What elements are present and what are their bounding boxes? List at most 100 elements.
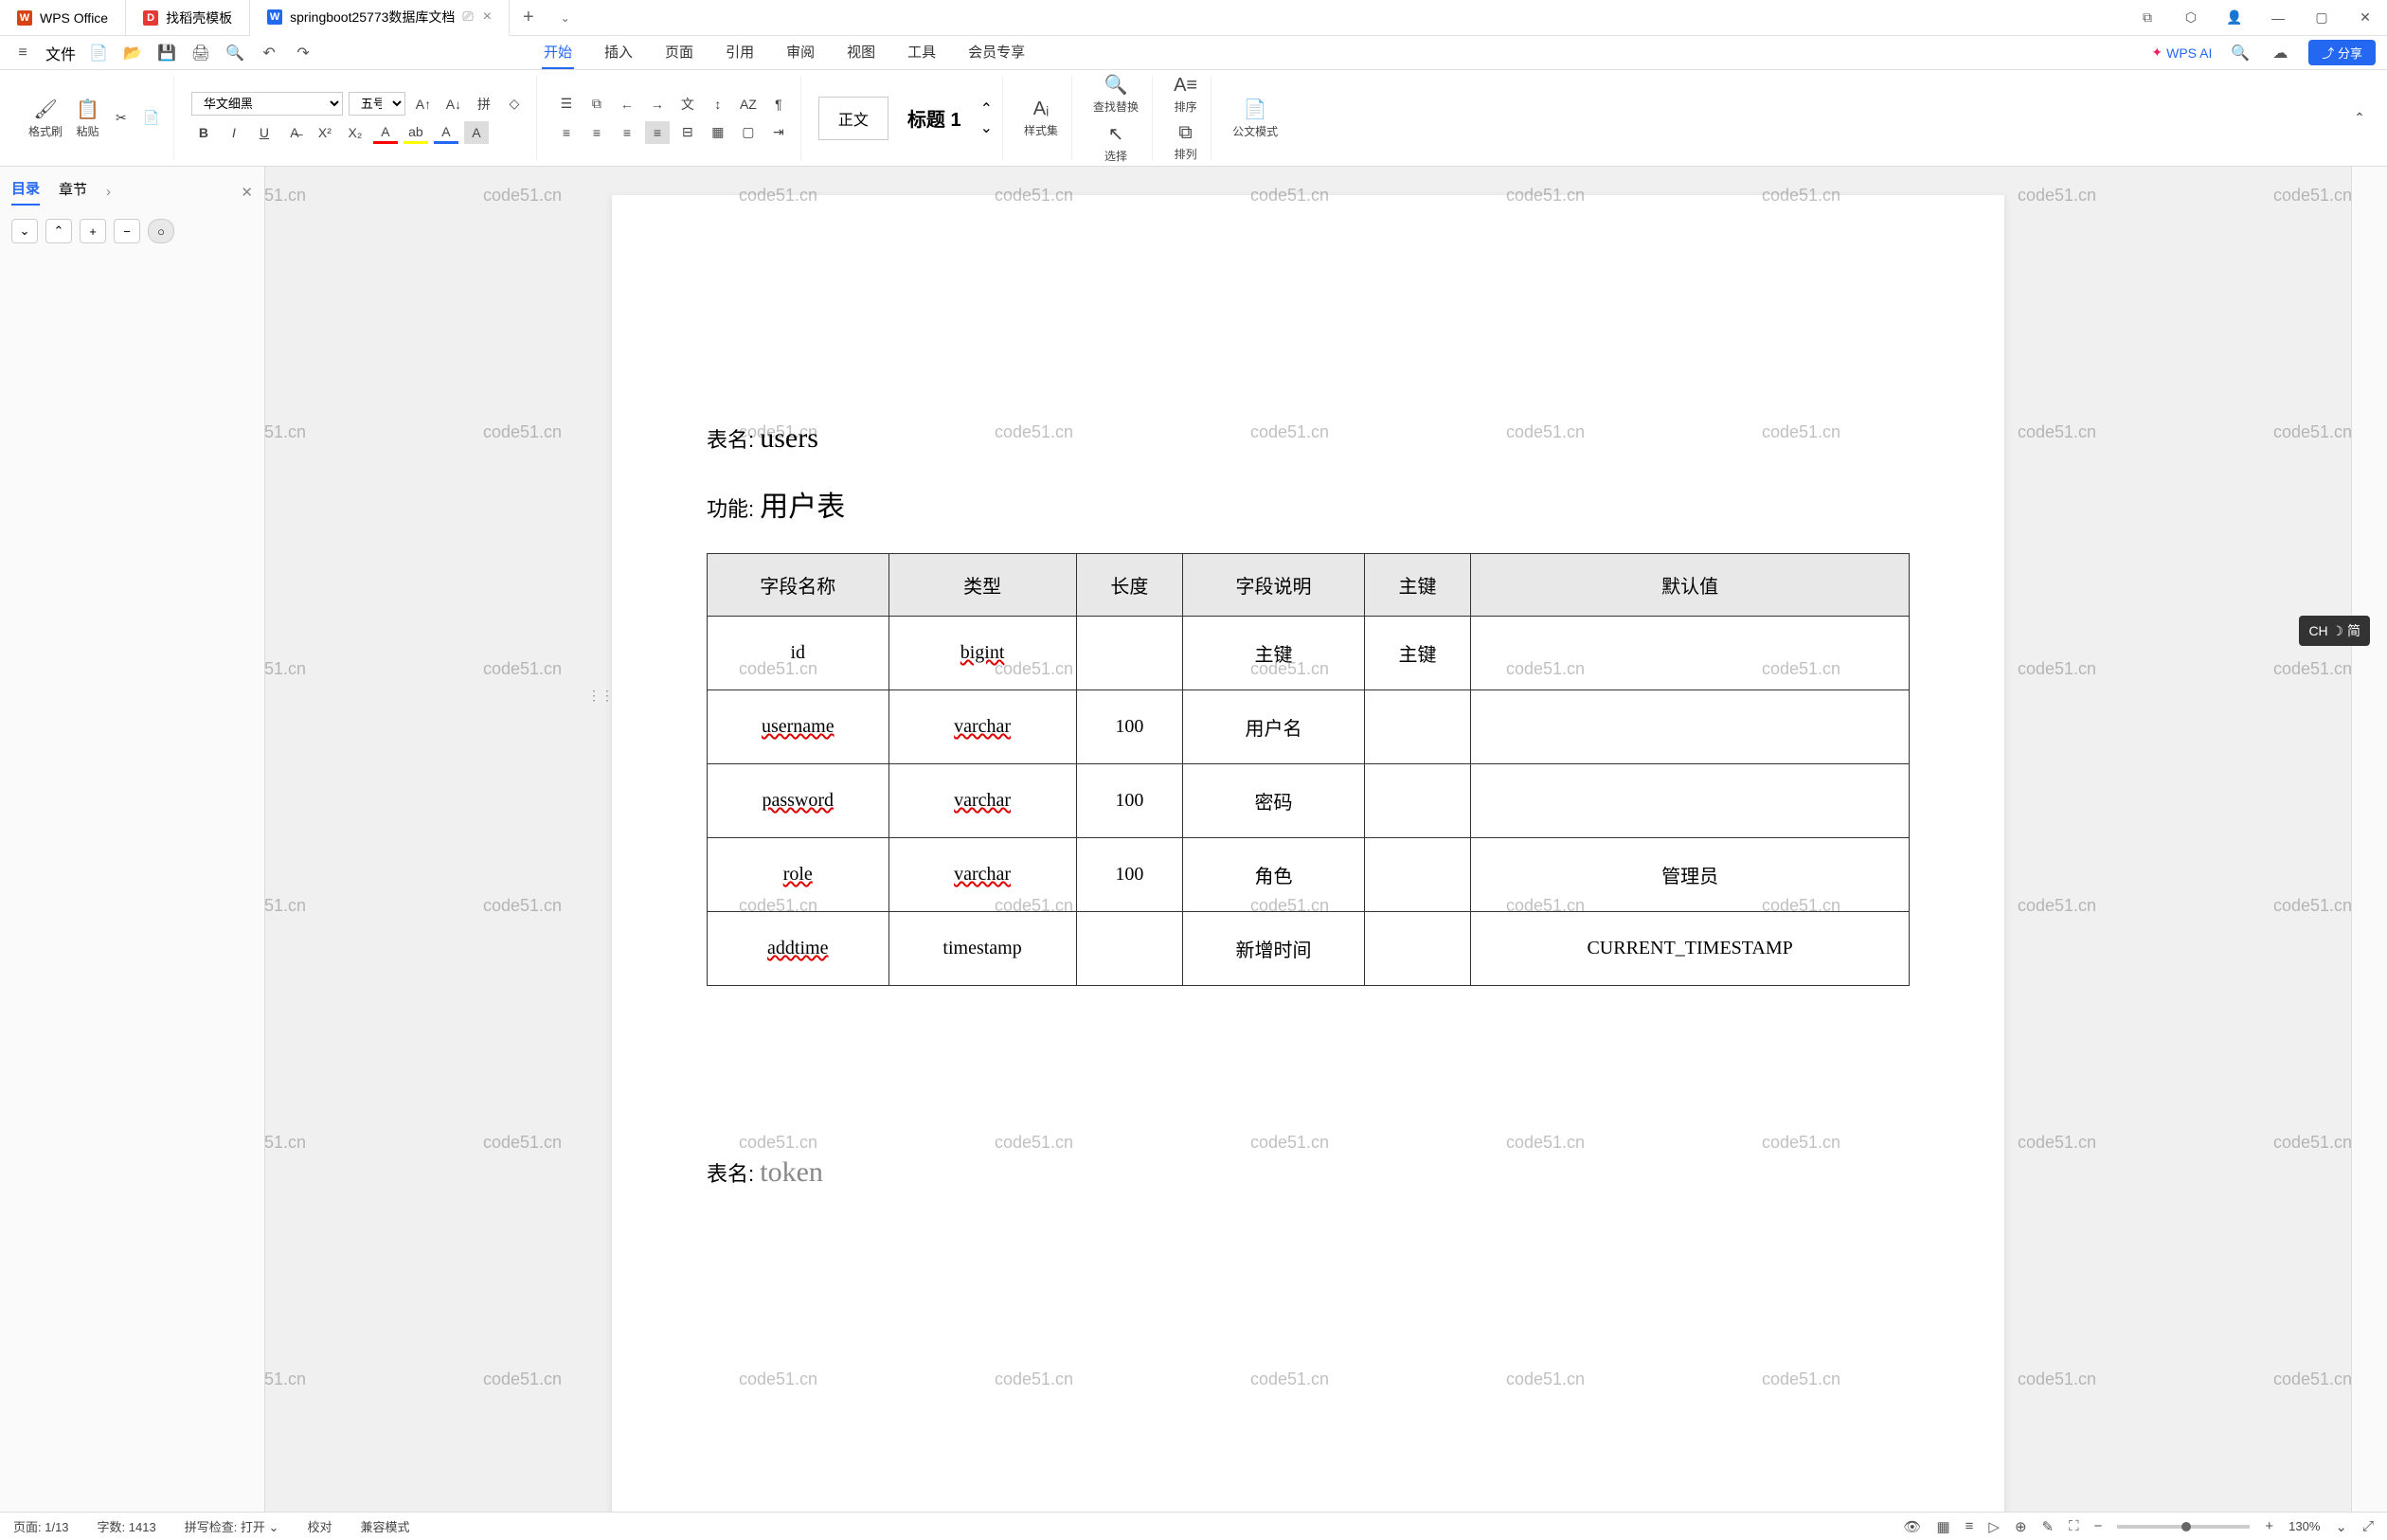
decrease-indent-icon[interactable]: ← [615, 93, 639, 116]
clear-format-icon[interactable]: ◇ [502, 93, 527, 116]
number-list-icon[interactable]: ⧉ [584, 93, 609, 116]
zoom-in-icon[interactable]: + [2265, 1518, 2273, 1534]
status-spell[interactable]: 拼写检查: 打开 ⌄ [185, 1517, 279, 1535]
shading-icon[interactable]: ▦ [706, 121, 730, 144]
outline-toggle-icon[interactable]: ○ [148, 219, 174, 243]
border-icon[interactable]: ▢ [736, 121, 761, 144]
status-proof[interactable]: 校对 [307, 1517, 332, 1535]
zoom-slider[interactable] [2117, 1525, 2250, 1529]
paste-button[interactable]: 📋粘贴 [72, 94, 103, 143]
italic-icon[interactable]: I [222, 121, 246, 144]
outline-next-icon[interactable]: › [106, 184, 111, 200]
superscript-icon[interactable]: X² [313, 121, 337, 144]
minimize-button[interactable]: — [2256, 0, 2300, 36]
style-more-icon2[interactable]: ⌄ [980, 118, 993, 137]
arrange-button[interactable]: ⧉排列 [1171, 118, 1201, 166]
cube-icon[interactable]: ⬡ [2169, 0, 2213, 36]
status-compat[interactable]: 兼容模式 [360, 1517, 409, 1535]
status-words[interactable]: 字数: 1413 [98, 1517, 156, 1535]
bold-icon[interactable]: B [191, 121, 216, 144]
outline-close-icon[interactable]: ✕ [241, 184, 253, 201]
close-icon[interactable]: × [483, 9, 492, 26]
avatar-icon[interactable]: 👤 [2213, 0, 2256, 36]
menu-icon[interactable]: ≡ [11, 42, 34, 64]
style-set-button[interactable]: Aᵢ样式集 [1020, 95, 1062, 142]
underline-icon[interactable]: U [252, 121, 277, 144]
distribute-icon[interactable]: ⊟ [675, 121, 700, 144]
print-icon[interactable]: 🖨 [189, 42, 212, 64]
font-name-select[interactable]: 华文细黑 [191, 92, 343, 116]
outline-tab-chapter[interactable]: 章节 [59, 179, 87, 205]
save-icon[interactable]: 💾 [155, 42, 178, 64]
file-menu[interactable]: 文件 [45, 42, 76, 64]
view-read-icon[interactable]: ▷ [1988, 1518, 2000, 1535]
preview-icon[interactable]: 🔍 [224, 42, 246, 64]
sort-icon[interactable]: AZ [736, 93, 761, 116]
menu-tab-tools[interactable]: 工具 [906, 36, 938, 69]
view-print-icon[interactable]: ✎ [2042, 1518, 2055, 1535]
view-fullscreen-icon[interactable]: ⛶ [2069, 1518, 2079, 1534]
align-center-icon[interactable]: ≡ [584, 121, 609, 144]
tab-dropdown[interactable]: ⌄ [547, 11, 583, 25]
zoom-value[interactable]: 130% [2288, 1519, 2320, 1533]
menu-tab-page[interactable]: 页面 [663, 36, 695, 69]
menu-tab-start[interactable]: 开始 [542, 36, 574, 69]
new-doc-icon[interactable]: 📄 [87, 42, 110, 64]
line-spacing-icon[interactable]: ↕ [706, 93, 730, 116]
undo-icon[interactable]: ↶ [258, 42, 280, 64]
style-more-icon[interactable]: ⌃ [980, 99, 993, 118]
cloud-icon[interactable]: ☁ [2269, 42, 2291, 64]
wps-ai-button[interactable]: ✦WPS AI [2151, 45, 2212, 61]
find-replace-button[interactable]: 🔍查找替换 [1089, 69, 1142, 118]
format-painter-button[interactable]: 🖌格式刷 [25, 94, 66, 143]
share-button[interactable]: ⤴ 分享 [2308, 40, 2376, 65]
open-icon[interactable]: 📂 [121, 42, 144, 64]
style-heading1[interactable]: 标题 1 [894, 97, 975, 139]
fit-icon[interactable]: ⤢ [2362, 1518, 2374, 1534]
view-outline-icon[interactable]: ≡ [1965, 1518, 1974, 1534]
menu-tab-review[interactable]: 审阅 [784, 36, 817, 69]
style-normal[interactable]: 正文 [818, 97, 888, 140]
outline-remove-icon[interactable]: − [114, 219, 140, 243]
eye-icon[interactable]: 👁 [1903, 1518, 1921, 1535]
search-icon[interactable]: 🔍 [2229, 42, 2252, 64]
tab-wps-office[interactable]: W WPS Office [0, 0, 126, 36]
ime-badge[interactable]: CH ☽ 简 [2299, 616, 2370, 646]
outline-expand-icon[interactable]: ⌃ [45, 219, 72, 243]
status-page[interactable]: 页面: 1/13 [13, 1517, 69, 1535]
char-shading-icon[interactable]: A [464, 121, 489, 144]
drag-handle-icon[interactable]: ⋮⋮ [587, 688, 614, 704]
close-button[interactable]: ✕ [2343, 0, 2387, 36]
justify-icon[interactable]: ≡ [645, 121, 670, 144]
outline-add-icon[interactable]: + [80, 219, 106, 243]
align-right-icon[interactable]: ≡ [615, 121, 639, 144]
highlight-icon[interactable]: ab [404, 121, 428, 144]
show-marks-icon[interactable]: ¶ [766, 93, 791, 116]
document-viewport[interactable]: ⋮⋮ 表名: users 功能: 用户表 字段名称 类型 长度 字段说明 主键 … [265, 167, 2351, 1512]
doc-mode-button[interactable]: 📄公文模式 [1229, 94, 1282, 143]
phonetic-icon[interactable]: 拼 [472, 93, 496, 116]
strike-icon[interactable]: A̶ [282, 121, 307, 144]
copy-icon[interactable]: 📄 [139, 107, 164, 130]
text-direction-icon[interactable]: 文 [675, 93, 700, 116]
view-web-icon[interactable]: ⊕ [2015, 1518, 2027, 1535]
font-size-select[interactable]: 五号 [349, 92, 405, 116]
align-left-icon[interactable]: ≡ [554, 121, 579, 144]
maximize-button[interactable]: ▢ [2300, 0, 2343, 36]
zoom-out-icon[interactable]: − [2094, 1518, 2103, 1534]
menu-tab-view[interactable]: 视图 [845, 36, 877, 69]
cut-icon[interactable]: ✂ [109, 107, 134, 130]
view-page-icon[interactable]: ▦ [1936, 1518, 1949, 1535]
menu-tab-insert[interactable]: 插入 [602, 36, 635, 69]
tab-icon[interactable]: ⇥ [766, 121, 791, 144]
tab-document[interactable]: W springboot25773数据库文档 ⎚ × [250, 0, 510, 36]
redo-icon[interactable]: ↷ [292, 42, 314, 64]
menu-tab-vip[interactable]: 会员专享 [966, 36, 1027, 69]
bullet-list-icon[interactable]: ☰ [554, 93, 579, 116]
zoom-dropdown-icon[interactable]: ⌄ [2335, 1518, 2347, 1535]
outline-tab-toc[interactable]: 目录 [11, 178, 40, 206]
menu-tab-reference[interactable]: 引用 [724, 36, 756, 69]
sort-button[interactable]: A≡排序 [1170, 71, 1201, 118]
decrease-font-icon[interactable]: A↓ [441, 93, 466, 116]
window-layout-icon[interactable]: ⧉ [2126, 0, 2169, 36]
